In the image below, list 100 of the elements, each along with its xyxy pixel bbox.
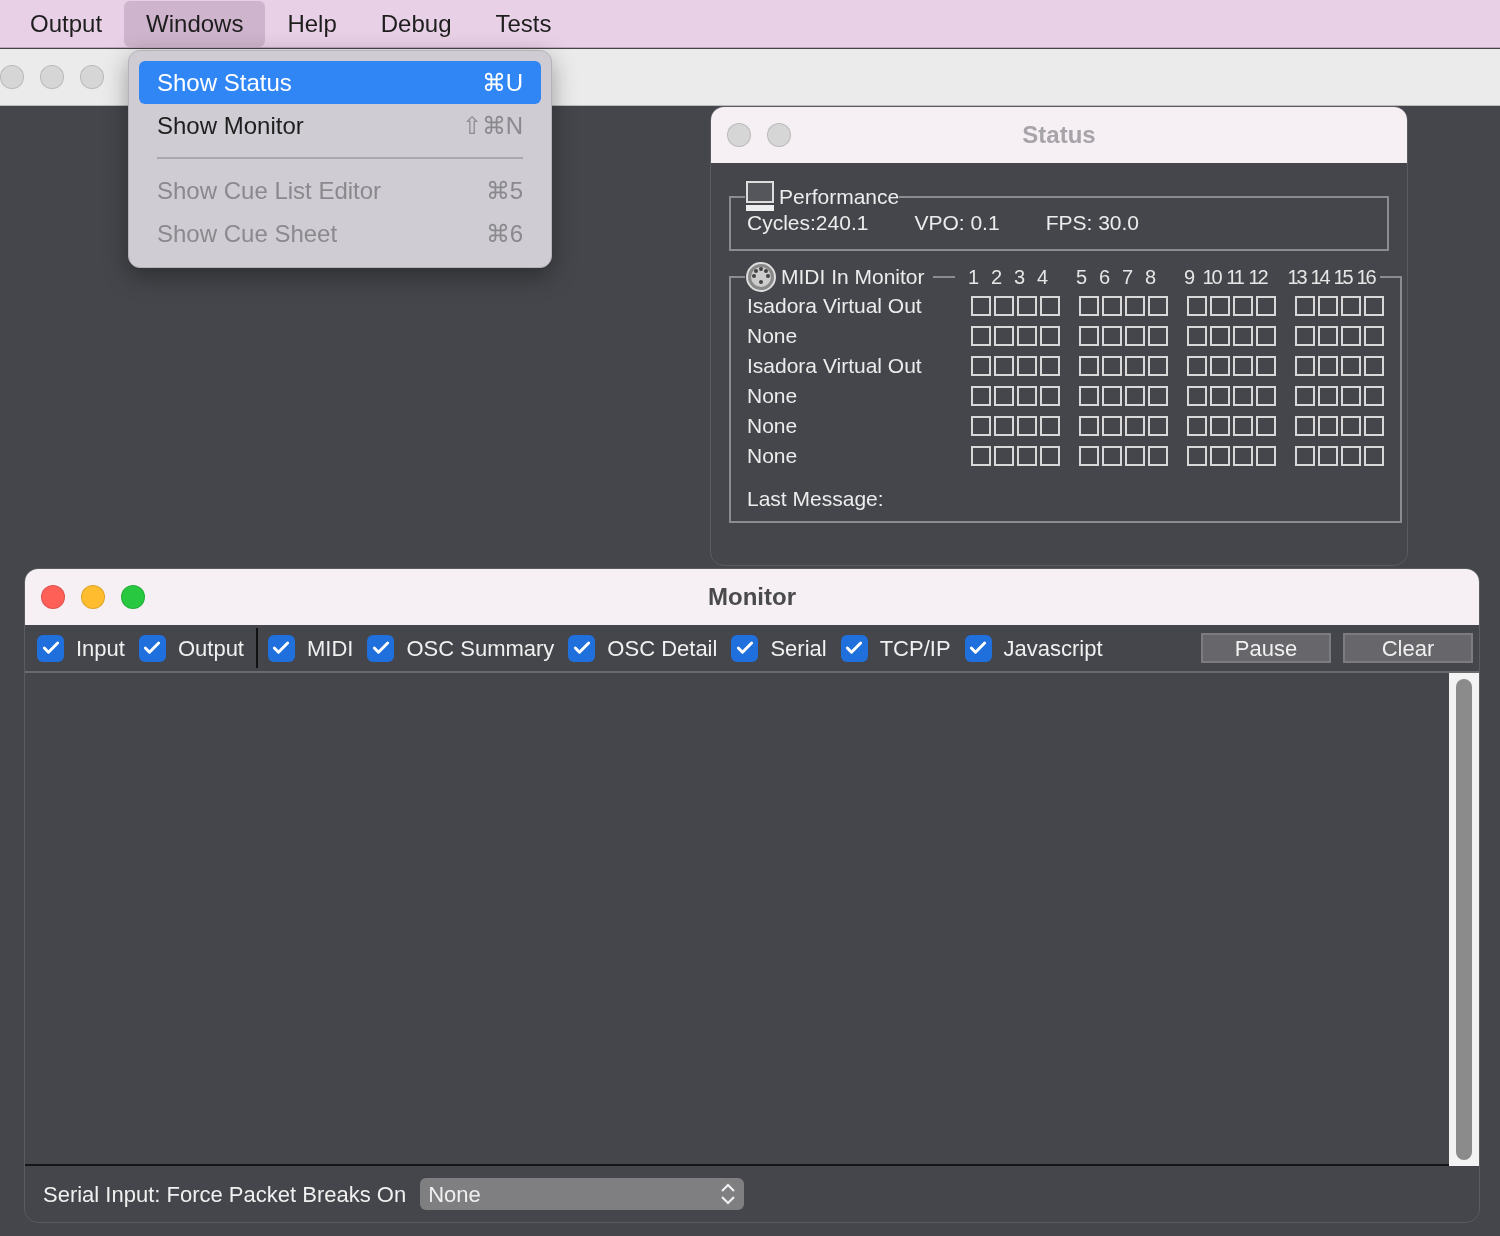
menu-bar-item[interactable]: Output [8, 0, 125, 47]
channel-indicator [1187, 296, 1207, 316]
channel-indicator [971, 416, 991, 436]
midi-device-name: None [747, 323, 799, 350]
channel-indicator [1187, 386, 1207, 406]
menu-bar-item[interactable]: Windows [124, 0, 266, 47]
channel-indicator [994, 386, 1014, 406]
channel-indicator [1148, 386, 1168, 406]
checkbox-label: Output [177, 634, 244, 663]
checkbox[interactable] [138, 634, 166, 662]
channel-indicator [1102, 446, 1122, 466]
channel-indicator [1295, 416, 1315, 436]
channel-indicator [1341, 416, 1361, 436]
channel-indicator [1210, 416, 1230, 436]
channel-indicator [1125, 386, 1145, 406]
channel-indicator [1040, 296, 1060, 316]
channel-indicator [1125, 446, 1145, 466]
checkbox[interactable] [37, 634, 64, 662]
group-title: Performance [779, 184, 900, 211]
channel-number: 13 [1286, 265, 1307, 290]
checkbox-label: Input [76, 634, 125, 663]
midi-device-name: None [747, 443, 799, 470]
channel-indicator [1256, 296, 1276, 316]
performance-stat: Cycles:240.1 [747, 210, 869, 236]
channel-indicator [1364, 296, 1384, 316]
channel-indicator [971, 446, 991, 466]
menu-bar-item[interactable]: Debug [358, 0, 474, 47]
channel-indicator [1295, 356, 1315, 376]
scrollbar[interactable] [1449, 673, 1479, 1166]
toolbar-button[interactable]: Pause [1201, 633, 1331, 663]
channel-indicator [1364, 356, 1384, 376]
checkbox[interactable] [731, 634, 759, 662]
window-control-icon[interactable] [121, 585, 145, 609]
channel-indicator [1102, 416, 1122, 436]
channel-indicator [1295, 446, 1315, 466]
toolbar-button[interactable]: Clear [1343, 633, 1473, 663]
channel-indicator [1079, 356, 1099, 376]
window-control-icon[interactable] [41, 585, 65, 609]
checkbox[interactable] [268, 634, 295, 662]
channel-number: 7 [1121, 265, 1133, 290]
channel-indicator [1079, 416, 1099, 436]
channel-indicator [1256, 356, 1276, 376]
channel-number: 12 [1247, 265, 1268, 290]
midi-device-name: Isadora Virtual Out [747, 293, 923, 320]
channel-indicator [1148, 296, 1168, 316]
channel-number: 16 [1355, 265, 1376, 290]
channel-indicator [1079, 296, 1099, 316]
channel-indicator [1017, 416, 1037, 436]
channel-indicator [1256, 446, 1276, 466]
channel-indicator [1040, 416, 1060, 436]
channel-indicator [1256, 416, 1276, 436]
channel-indicator [1079, 326, 1099, 346]
menu-bar-item[interactable]: Tests [473, 0, 574, 47]
channel-indicator [994, 446, 1014, 466]
channel-number: 6 [1098, 265, 1110, 290]
channel-indicator [1364, 446, 1384, 466]
channel-indicator [1017, 296, 1037, 316]
channel-indicator [1295, 326, 1315, 346]
midi-device-name: None [747, 413, 799, 440]
channel-indicator [1187, 326, 1207, 346]
checkbox[interactable] [840, 634, 868, 662]
channel-indicator [1341, 386, 1361, 406]
window-title: Monitor [708, 582, 796, 612]
checkbox[interactable] [568, 634, 596, 662]
channel-number: 8 [1144, 265, 1156, 290]
menu-bar-item[interactable]: Help [265, 0, 359, 47]
channel-indicator [971, 296, 991, 316]
channel-number: 3 [1013, 265, 1025, 290]
window-control-icon[interactable] [81, 585, 105, 609]
channel-indicator [994, 416, 1014, 436]
channel-number: 15 [1332, 265, 1353, 290]
checkbox[interactable] [367, 634, 395, 662]
channel-indicator [1318, 386, 1338, 406]
channel-indicator [1233, 446, 1253, 466]
channel-number: 1 [967, 265, 979, 290]
menu-item[interactable]: Show Status ⌘U [139, 61, 541, 104]
channel-indicator [1295, 386, 1315, 406]
scrollbar-thumb[interactable] [1456, 679, 1472, 1160]
channel-indicator [1148, 446, 1168, 466]
channel-indicator [1187, 446, 1207, 466]
channel-indicator [1017, 446, 1037, 466]
select-field[interactable]: None [420, 1178, 745, 1210]
channel-indicator [1318, 296, 1338, 316]
channel-indicator [1102, 296, 1122, 316]
channel-indicator [1040, 446, 1060, 466]
channel-indicator [971, 326, 991, 346]
channel-indicator [1148, 326, 1168, 346]
menu-item[interactable]: Show Monitor ⇧⌘N [139, 104, 541, 147]
channel-indicator [1341, 296, 1361, 316]
window-title: Status [1022, 120, 1096, 150]
channel-indicator [1125, 356, 1145, 376]
channel-indicator [1233, 296, 1253, 316]
checkbox[interactable] [964, 634, 992, 662]
channel-indicator [1341, 356, 1361, 376]
serial-label: Serial Input: Force Packet Breaks On [43, 1180, 407, 1209]
channel-indicator [1017, 386, 1037, 406]
checkbox-label: TCP/IP [879, 634, 951, 663]
checkbox-label: MIDI [307, 634, 354, 663]
channel-indicator [1233, 326, 1253, 346]
channel-indicator [994, 326, 1014, 346]
